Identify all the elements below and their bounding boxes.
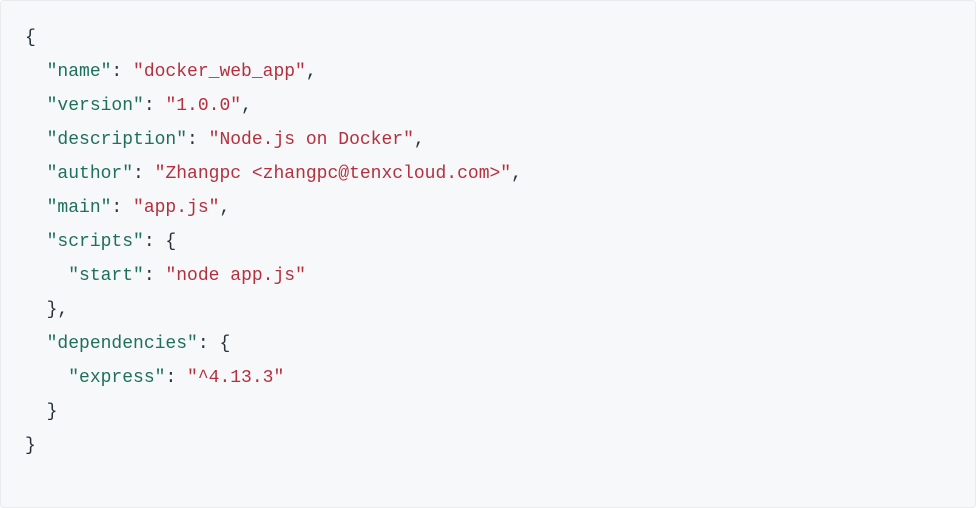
code-line: { [25,28,36,48]
code-line: }, [25,300,68,320]
code-line: "main": "app.js", [25,198,230,218]
code-line: "dependencies": { [25,334,230,354]
code-line: "description": "Node.js on Docker", [25,130,425,150]
code-line: } [25,436,36,456]
code-line: } [25,402,57,422]
code-line: "author": "Zhangpc <zhangpc@tenxcloud.co… [25,164,522,184]
code-line: "version": "1.0.0", [25,96,252,116]
code-line: "scripts": { [25,232,176,252]
code-line: "express": "^4.13.3" [25,368,284,388]
code-line: "start": "node app.js" [25,266,306,286]
code-line: "name": "docker_web_app", [25,62,317,82]
code-block: { "name": "docker_web_app", "version": "… [0,0,976,508]
